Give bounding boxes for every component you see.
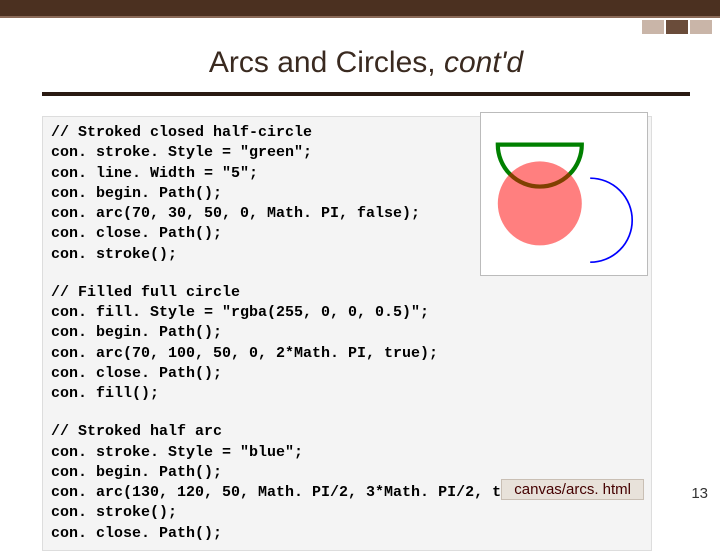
blue-half-arc xyxy=(590,178,632,262)
code-block-2: // Filled full circle con. fill. Style =… xyxy=(51,283,643,405)
red-circle xyxy=(498,161,582,245)
canvas-figure xyxy=(480,112,648,276)
title-ital: cont'd xyxy=(444,46,523,79)
page-title: Arcs and Circles, cont'd xyxy=(42,38,690,96)
code-line: con. stroke. Style = "blue"; xyxy=(51,443,643,463)
source-label: canvas/arcs. html xyxy=(501,479,644,500)
page-number: 13 xyxy=(691,485,708,502)
slide-body: Arcs and Circles, cont'd // Stroked clos… xyxy=(0,18,720,540)
code-line: con. close. Path(); xyxy=(51,524,643,544)
title-main: Arcs and Circles, xyxy=(209,46,444,79)
code-line: con. fill. Style = "rgba(255, 0, 0, 0.5)… xyxy=(51,303,643,323)
code-line: con. arc(70, 100, 50, 0, 2*Math. PI, tru… xyxy=(51,344,643,364)
code-line: con. close. Path(); xyxy=(51,364,643,384)
code-line: con. stroke(); xyxy=(51,503,643,523)
code-comment: // Filled full circle xyxy=(51,283,643,303)
code-line: con. begin. Path(); xyxy=(51,323,643,343)
code-line: con. fill(); xyxy=(51,384,643,404)
arcs-illustration xyxy=(481,113,649,277)
top-accent-bar xyxy=(0,0,720,18)
code-comment: // Stroked half arc xyxy=(51,422,643,442)
